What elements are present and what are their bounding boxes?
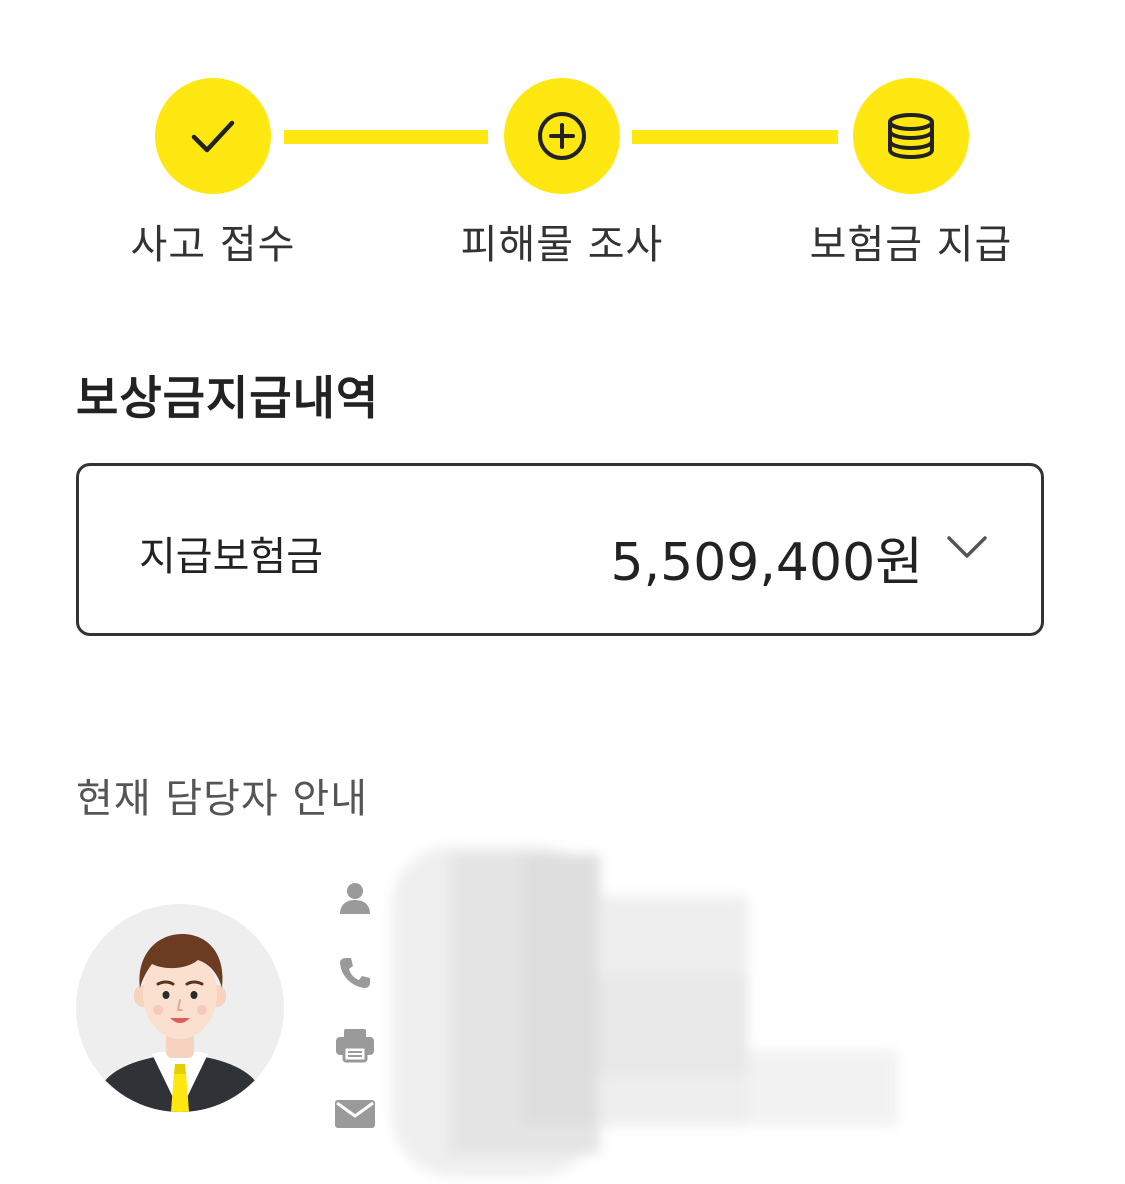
payment-label: 지급보험금 bbox=[139, 534, 323, 580]
person-icon bbox=[340, 883, 370, 914]
fax-icon bbox=[336, 1029, 374, 1063]
payment-history-title: 보상금지급내역 bbox=[76, 371, 380, 425]
manager-section-title: 현재 담당자 안내 bbox=[76, 776, 369, 822]
manager-name-row bbox=[332, 878, 378, 918]
plus-circle-icon bbox=[538, 112, 586, 160]
check-icon bbox=[191, 120, 235, 153]
phone-icon bbox=[340, 958, 370, 988]
chevron-down-icon[interactable] bbox=[945, 532, 989, 562]
mail-icon bbox=[335, 1100, 375, 1128]
payment-amount-dropdown[interactable]: 지급보험금 5,509,400원 bbox=[76, 463, 1044, 636]
redacted-manager-details bbox=[392, 846, 902, 1176]
step-connector bbox=[632, 130, 838, 144]
step-damage-survey bbox=[504, 78, 620, 194]
manager-avatar bbox=[76, 904, 284, 1112]
step-insurance-payment bbox=[853, 78, 969, 194]
step-label-accident-report: 사고 접수 bbox=[130, 222, 296, 268]
step-connector bbox=[284, 130, 488, 144]
step-accident-report bbox=[155, 78, 271, 194]
manager-fax-row bbox=[332, 1025, 378, 1065]
payment-amount: 5,509,400원 bbox=[610, 533, 924, 593]
manager-phone-row bbox=[332, 953, 378, 993]
coins-stack-icon bbox=[888, 113, 934, 160]
manager-email-row bbox=[332, 1094, 378, 1134]
step-label-insurance-payment: 보험금 지급 bbox=[809, 222, 1013, 268]
step-label-damage-survey: 피해물 조사 bbox=[460, 222, 664, 268]
avatar-illustration bbox=[96, 934, 264, 1112]
